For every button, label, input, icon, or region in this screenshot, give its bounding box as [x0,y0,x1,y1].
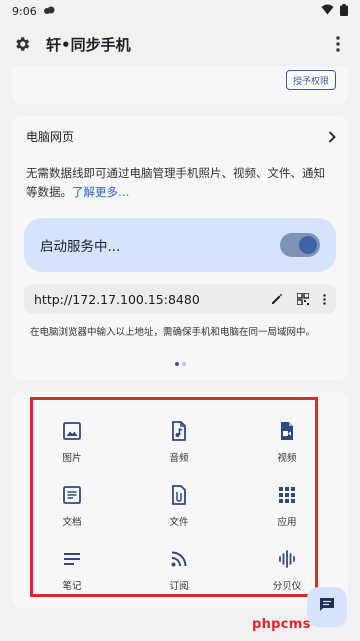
battery-icon [340,3,348,19]
cloud-sync-icon [43,5,55,18]
web-access-card: 电脑网页 无需数据线即可通过电脑管理手机照片、视频、文件、通知等数据。了解更多…… [12,116,348,380]
grant-permission-button[interactable]: 授予权限 [285,70,336,90]
service-status-label: 启动服务中... [40,239,121,255]
app-bar: 轩•同步手机 [0,22,360,66]
chevron-right-icon[interactable] [328,128,336,147]
wifi-icon [321,4,334,18]
web-card-description: 无需数据线即可通过电脑管理手机照片、视频、文件、通知等数据。了解更多… [26,164,334,202]
chat-fab[interactable] [307,587,347,627]
status-right [321,3,348,19]
description-text: 无需数据线即可通过电脑管理手机照片、视频、文件、通知等数据。 [26,166,325,199]
page-indicator [12,362,348,366]
page-dot [181,362,186,366]
status-left: 9:06 [12,5,55,18]
chat-icon [319,597,335,617]
url-bar: http://172.17.100.15:8480 [24,284,336,314]
server-url[interactable]: http://172.17.100.15:8480 [34,292,200,307]
service-toggle-row[interactable]: 启动服务中... [24,218,336,272]
service-toggle[interactable] [280,233,320,257]
toggle-knob [299,236,317,254]
gear-icon[interactable] [10,32,34,56]
highlight-frame [30,397,318,597]
url-actions [271,290,326,309]
more-vertical-icon[interactable] [326,32,350,56]
page-dot-active [174,362,179,366]
status-time: 9:06 [12,4,37,18]
web-card-title[interactable]: 电脑网页 [26,128,74,145]
qr-code-icon[interactable] [296,290,310,309]
more-vertical-icon[interactable] [323,290,326,309]
url-hint: 在电脑浏览器中输入以上地址，需确保手机和电脑在同一局域网中。 [30,327,316,338]
status-bar: 9:06 [0,0,360,22]
app-title: 轩•同步手机 [46,35,131,54]
learn-more-link[interactable]: 了解更多… [72,185,130,199]
watermark: phpcms [252,617,311,632]
edit-icon[interactable] [271,290,283,309]
permission-card: 授予权限 [12,66,348,104]
